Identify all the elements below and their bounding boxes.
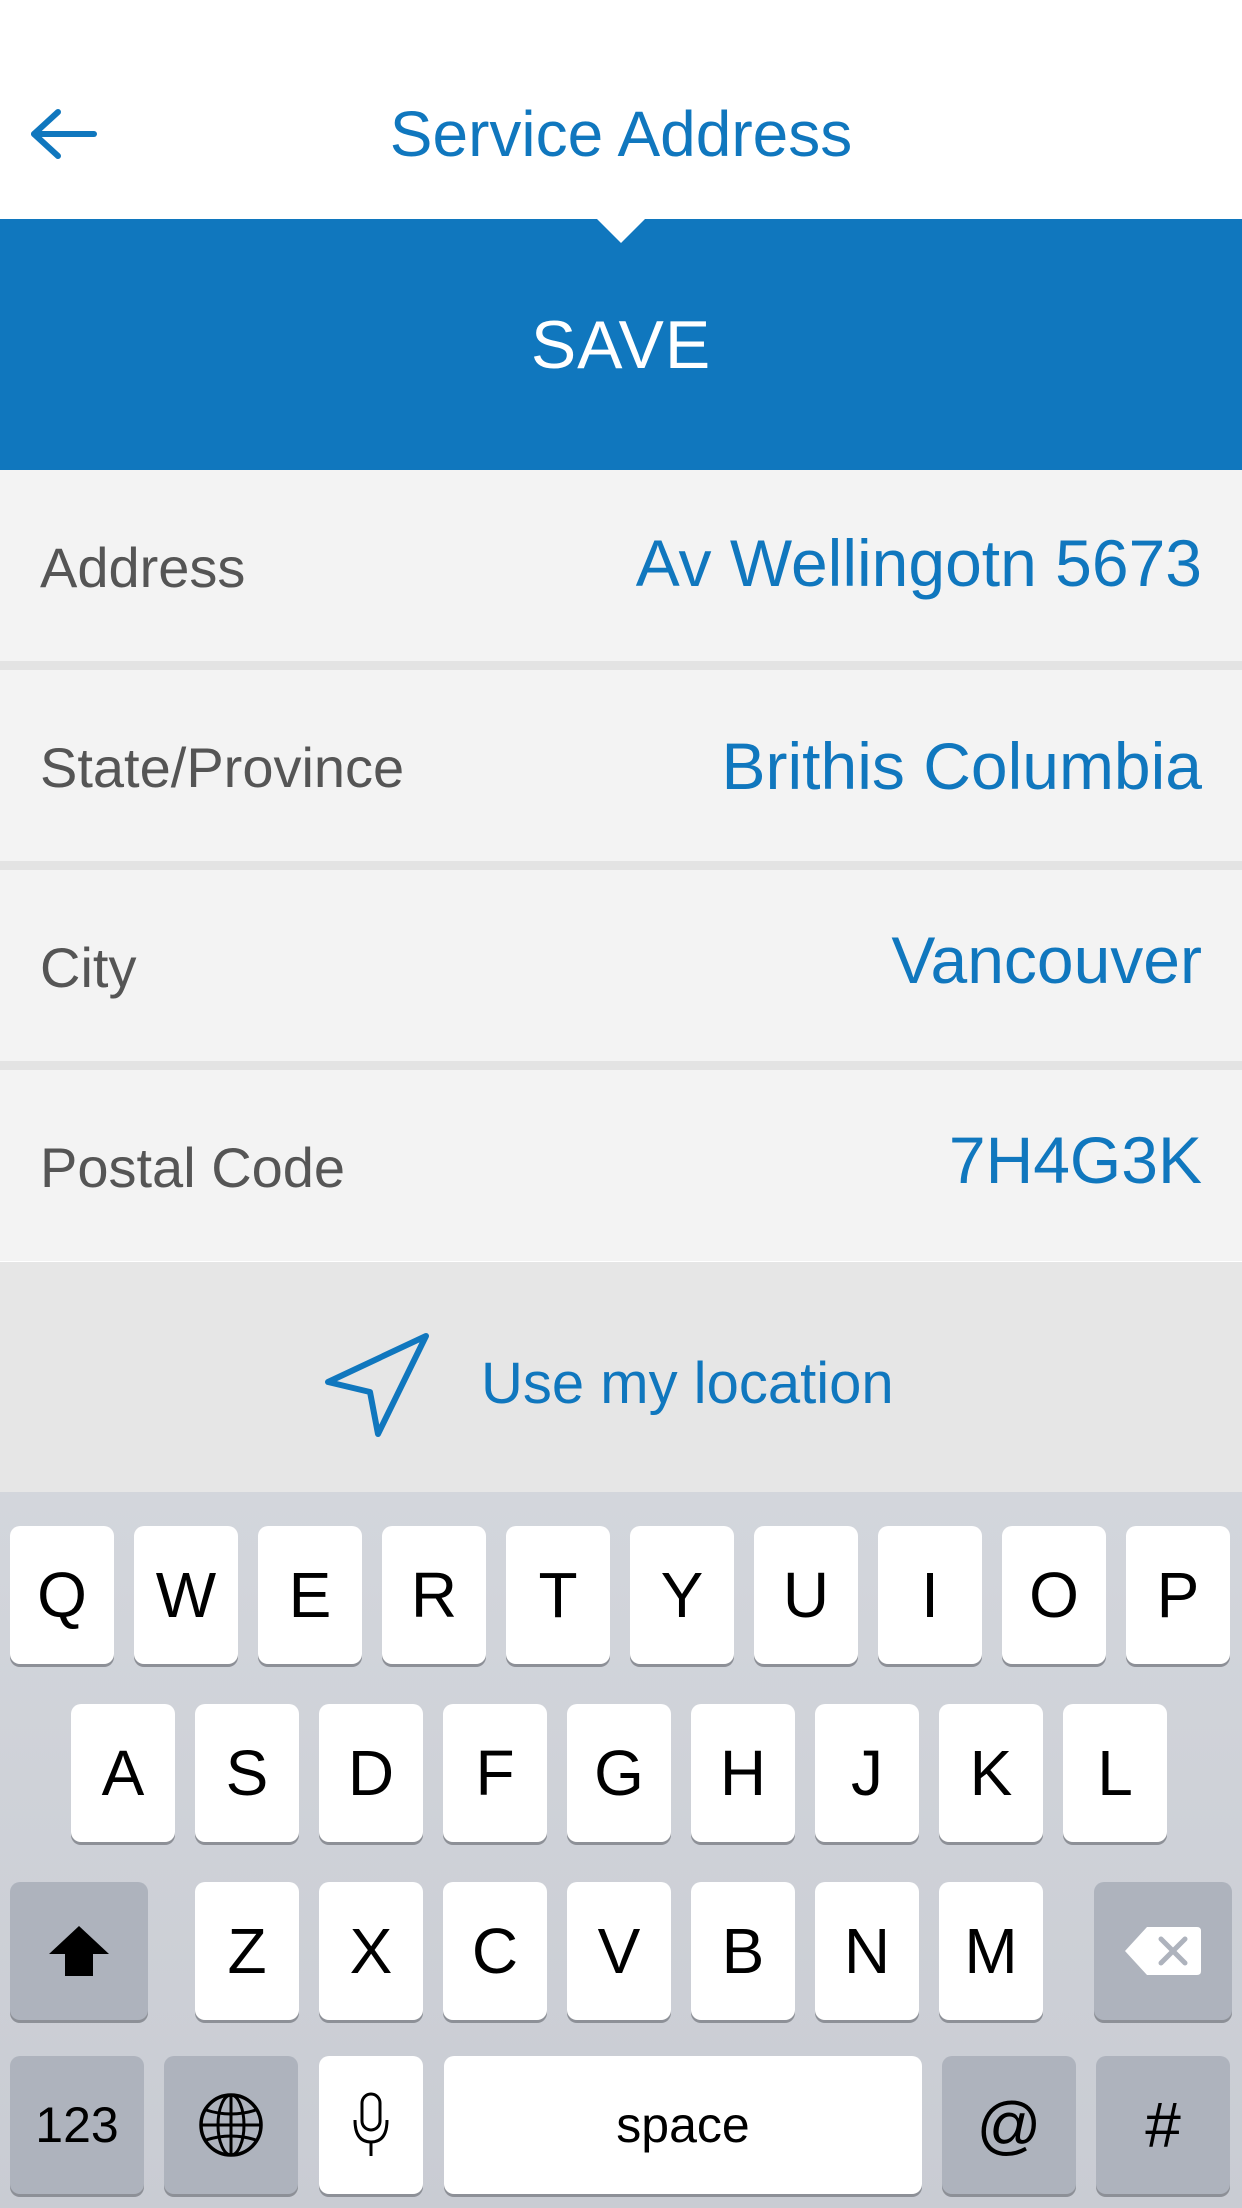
space-key[interactable]: space bbox=[444, 2056, 922, 2194]
globe-key[interactable] bbox=[164, 2056, 298, 2194]
key-z[interactable]: Z bbox=[195, 1882, 299, 2020]
shift-icon bbox=[49, 1926, 109, 1976]
state-province-row[interactable]: State/Province Brithis Columbia bbox=[0, 670, 1242, 861]
key-b[interactable]: B bbox=[691, 1882, 795, 2020]
shift-key[interactable] bbox=[10, 1882, 148, 2020]
key-c[interactable]: C bbox=[443, 1882, 547, 2020]
key-i[interactable]: I bbox=[878, 1526, 982, 1664]
microphone-key[interactable] bbox=[319, 2056, 423, 2194]
page-title: Service Address bbox=[389, 98, 853, 170]
divider bbox=[0, 861, 1242, 870]
save-notch bbox=[597, 219, 645, 243]
header-bar: Service Address bbox=[0, 0, 1242, 219]
city-value[interactable]: Vancouver bbox=[891, 922, 1202, 998]
globe-icon bbox=[199, 2093, 263, 2157]
numbers-key[interactable]: 123 bbox=[10, 2056, 144, 2194]
address-value[interactable]: Av Wellingotn 5673 bbox=[636, 525, 1202, 601]
location-arrow-icon bbox=[325, 1333, 429, 1437]
key-n[interactable]: N bbox=[815, 1882, 919, 2020]
save-button[interactable]: SAVE bbox=[0, 219, 1242, 470]
key-q[interactable]: Q bbox=[10, 1526, 114, 1664]
divider bbox=[0, 661, 1242, 670]
key-f[interactable]: F bbox=[443, 1704, 547, 1842]
key-u[interactable]: U bbox=[754, 1526, 858, 1664]
use-location-button[interactable]: Use my location bbox=[0, 1262, 1242, 1492]
backspace-key[interactable] bbox=[1094, 1882, 1232, 2020]
state-province-label: State/Province bbox=[40, 736, 405, 799]
key-h[interactable]: H bbox=[691, 1704, 795, 1842]
key-t[interactable]: T bbox=[506, 1526, 610, 1664]
postal-code-label: Postal Code bbox=[40, 1136, 346, 1199]
key-p[interactable]: P bbox=[1126, 1526, 1230, 1664]
keyboard: 123 space @ # QWERTYUIOP ASDFGHJKL ZXCVBNM bbox=[0, 1492, 1242, 2208]
key-k[interactable]: K bbox=[939, 1704, 1043, 1842]
key-g[interactable]: G bbox=[567, 1704, 671, 1842]
key-e[interactable]: E bbox=[258, 1526, 362, 1664]
divider bbox=[0, 1061, 1242, 1070]
postal-code-value[interactable]: 7H4G3K bbox=[949, 1122, 1202, 1198]
key-j[interactable]: J bbox=[815, 1704, 919, 1842]
backspace-icon bbox=[1125, 1927, 1201, 1975]
postal-code-row[interactable]: Postal Code 7H4G3K bbox=[0, 1070, 1242, 1261]
at-key[interactable]: @ bbox=[942, 2056, 1076, 2194]
key-v[interactable]: V bbox=[567, 1882, 671, 2020]
key-s[interactable]: S bbox=[195, 1704, 299, 1842]
key-a[interactable]: A bbox=[71, 1704, 175, 1842]
hash-key[interactable]: # bbox=[1096, 2056, 1230, 2194]
state-province-value[interactable]: Brithis Columbia bbox=[722, 728, 1203, 804]
key-y[interactable]: Y bbox=[630, 1526, 734, 1664]
key-d[interactable]: D bbox=[319, 1704, 423, 1842]
key-l[interactable]: L bbox=[1063, 1704, 1167, 1842]
key-r[interactable]: R bbox=[382, 1526, 486, 1664]
key-x[interactable]: X bbox=[319, 1882, 423, 2020]
city-label: City bbox=[40, 936, 137, 999]
address-row[interactable]: Address Av Wellingotn 5673 bbox=[0, 470, 1242, 661]
key-m[interactable]: M bbox=[939, 1882, 1043, 2020]
address-label: Address bbox=[40, 536, 246, 599]
key-o[interactable]: O bbox=[1002, 1526, 1106, 1664]
key-w[interactable]: W bbox=[134, 1526, 238, 1664]
microphone-icon bbox=[353, 2092, 389, 2156]
city-row[interactable]: City Vancouver bbox=[0, 870, 1242, 1061]
use-location-label: Use my location bbox=[481, 1351, 894, 1416]
